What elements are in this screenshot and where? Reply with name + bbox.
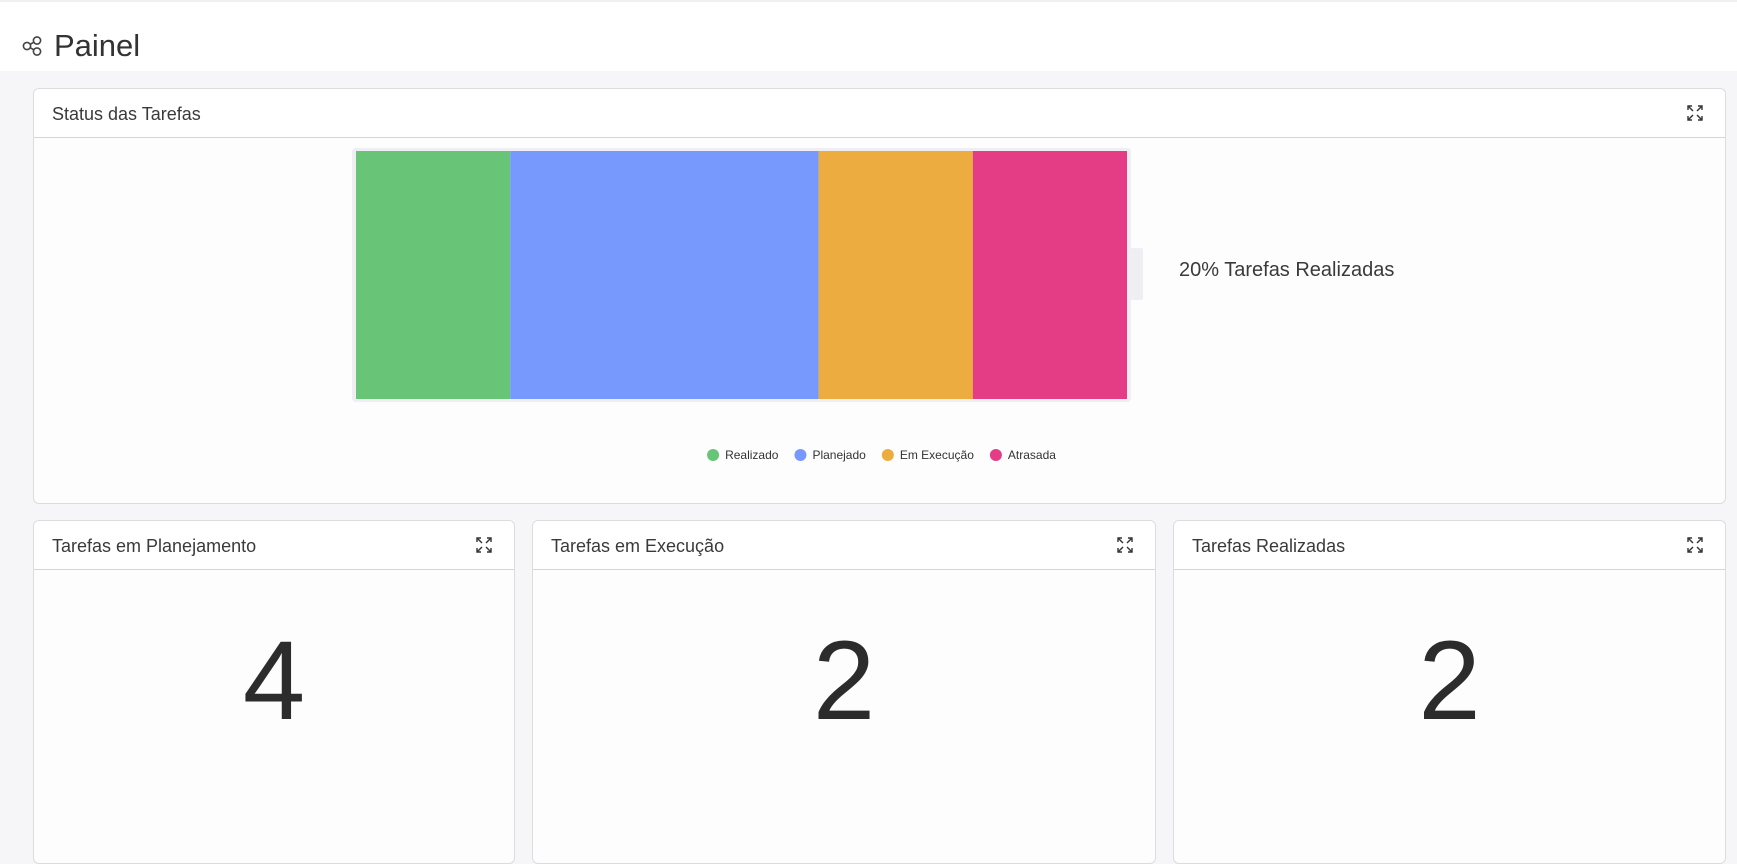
execution-card-title: Tarefas em Execução (551, 536, 725, 556)
planning-card-title: Tarefas em Planejamento (52, 536, 257, 556)
execution-count: 2 (812, 618, 876, 743)
done-card-header: Tarefas Realizadas (1174, 521, 1725, 570)
top-bar: Painel (0, 0, 1737, 71)
planning-count: 4 (242, 618, 306, 743)
execution-card: Tarefas em Execução 2 (532, 520, 1156, 864)
done-card: Tarefas Realizadas 2 (1173, 520, 1726, 864)
page-title: Painel (54, 28, 141, 63)
planning-card-header: Tarefas em Planejamento (34, 521, 514, 570)
done-count: 2 (1418, 618, 1481, 743)
status-card-title: Status das Tarefas (52, 104, 201, 124)
expand-icon[interactable] (1687, 105, 1703, 121)
legend-marker (707, 449, 720, 461)
status-card: Status das Tarefas 20% Tarefas Realizada… (33, 88, 1726, 504)
bar-segment-atrasada[interactable] (972, 151, 1127, 399)
status-card-header: Status das Tarefas (34, 89, 1725, 138)
planning-card: Tarefas em Planejamento 4 (33, 520, 515, 864)
legend-item-label[interactable]: Realizado (725, 448, 779, 462)
expand-icon[interactable] (476, 537, 492, 553)
status-chart: 20% Tarefas Realizadas Realizado Planejado… (352, 148, 1394, 462)
bar-segment-em-execução[interactable] (818, 151, 973, 399)
battery-tip (1131, 248, 1143, 300)
legend-marker (989, 449, 1002, 461)
legend-item-label[interactable]: Planejado (812, 448, 866, 462)
expand-icon[interactable] (1117, 537, 1133, 553)
legend-item-label[interactable]: Em Execução (900, 448, 974, 462)
execution-card-header: Tarefas em Execução (533, 521, 1155, 570)
share-nodes-icon (22, 36, 42, 56)
bar-segment-realizado[interactable] (356, 151, 511, 399)
done-card-title: Tarefas Realizadas (1192, 536, 1346, 556)
legend-marker (794, 449, 807, 461)
bar-segment-planejado[interactable] (510, 151, 819, 399)
legend-marker (881, 449, 894, 461)
battery-label: 20% Tarefas Realizadas (1179, 259, 1394, 281)
legend-item-label[interactable]: Atrasada (1008, 448, 1056, 462)
expand-icon[interactable] (1687, 537, 1703, 553)
